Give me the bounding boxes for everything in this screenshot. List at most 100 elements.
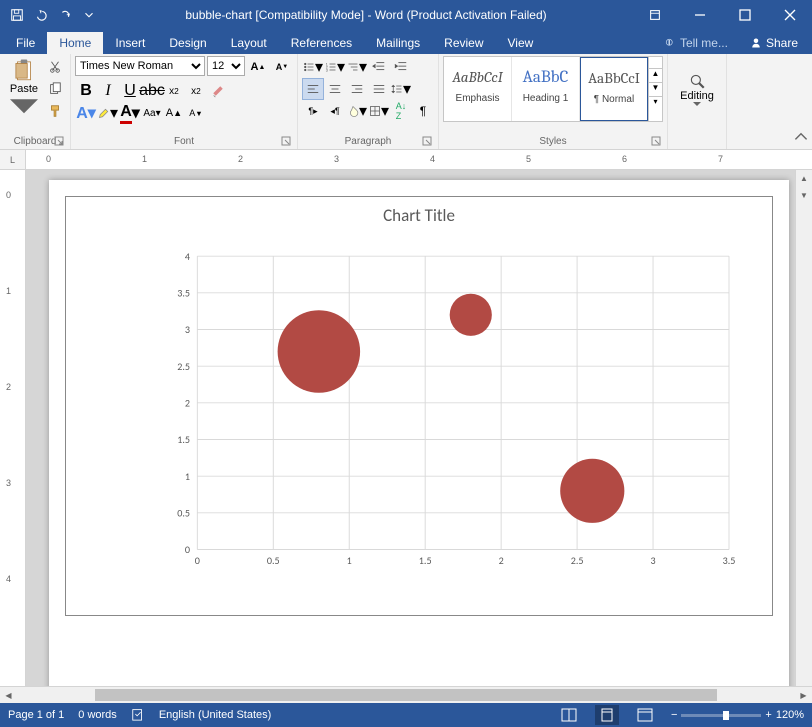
scroll-left-icon[interactable]: ◀: [0, 687, 17, 703]
format-painter-icon[interactable]: [44, 100, 66, 122]
strikethrough-icon[interactable]: abc: [141, 80, 163, 102]
read-mode-icon[interactable]: [557, 705, 581, 725]
svg-text:3: 3: [650, 554, 655, 567]
scroll-thumb[interactable]: [95, 689, 717, 701]
tab-mailings[interactable]: Mailings: [364, 32, 432, 54]
decrease-indent-icon[interactable]: [368, 56, 390, 78]
scroll-right-icon[interactable]: ▶: [795, 687, 812, 703]
cut-icon[interactable]: [44, 56, 66, 78]
chart-plot: 00.511.522.533.500.511.522.533.54: [144, 247, 764, 577]
document-canvas[interactable]: Chart Title 00.511.522.533.500.511.522.5…: [26, 170, 812, 686]
web-layout-icon[interactable]: [633, 705, 657, 725]
editing-button[interactable]: Editing: [672, 56, 722, 122]
bold-icon[interactable]: B: [75, 80, 97, 102]
text-effects-icon[interactable]: A▾: [75, 102, 97, 124]
highlight-icon[interactable]: ▾: [97, 102, 119, 124]
underline-icon[interactable]: U: [119, 80, 141, 102]
status-bar: Page 1 of 1 0 words English (United Stat…: [0, 703, 812, 727]
sort-icon[interactable]: A↓Z: [390, 100, 412, 122]
style-normal[interactable]: AaBbCcI¶ Normal: [580, 57, 648, 121]
rtl-icon[interactable]: ◂¶: [324, 100, 346, 122]
share-button[interactable]: Share: [740, 32, 808, 54]
scroll-down-icon[interactable]: ▼: [796, 187, 812, 204]
show-marks-icon[interactable]: ¶: [412, 100, 434, 122]
horizontal-scrollbar[interactable]: ◀ ▶: [0, 686, 812, 703]
shrink-font2-icon[interactable]: A▼: [185, 102, 207, 124]
justify-icon[interactable]: [368, 78, 390, 100]
collapse-ribbon-icon[interactable]: [794, 131, 808, 145]
style-emphasis[interactable]: AaBbCcIEmphasis: [444, 57, 512, 121]
shrink-font-icon[interactable]: A▼: [271, 56, 293, 78]
tab-layout[interactable]: Layout: [219, 32, 279, 54]
tab-home[interactable]: Home: [47, 32, 103, 54]
zoom-in-icon[interactable]: +: [765, 709, 771, 721]
clipboard-launcher-icon[interactable]: [54, 136, 64, 146]
font-launcher-icon[interactable]: [281, 136, 291, 146]
align-center-icon[interactable]: [324, 78, 346, 100]
styles-down-icon[interactable]: ▼: [649, 82, 662, 96]
clipboard-group-label: Clipboard: [14, 136, 57, 147]
svg-text:1: 1: [347, 554, 352, 567]
superscript-icon[interactable]: x2: [185, 80, 207, 102]
tab-insert[interactable]: Insert: [103, 32, 157, 54]
copy-icon[interactable]: [44, 78, 66, 100]
redo-icon[interactable]: [54, 4, 76, 26]
font-color-icon[interactable]: A▾: [119, 102, 141, 124]
subscript-icon[interactable]: x2: [163, 80, 185, 102]
grow-font2-icon[interactable]: A▲: [163, 102, 185, 124]
ltr-icon[interactable]: ¶▸: [302, 100, 324, 122]
zoom-out-icon[interactable]: −: [671, 709, 677, 721]
italic-icon[interactable]: I: [97, 80, 119, 102]
ribbon-options-icon[interactable]: [632, 0, 677, 29]
ribbon-tabs: File Home Insert Design Layout Reference…: [0, 29, 812, 54]
change-case-icon[interactable]: Aa▾: [141, 102, 163, 124]
print-layout-icon[interactable]: [595, 705, 619, 725]
font-size-select[interactable]: 12: [207, 56, 245, 76]
align-left-icon[interactable]: [302, 78, 324, 100]
align-right-icon[interactable]: [346, 78, 368, 100]
paragraph-launcher-icon[interactable]: [422, 136, 432, 146]
multilevel-icon[interactable]: ▾: [346, 56, 368, 78]
horizontal-ruler[interactable]: L 01234567: [0, 150, 812, 170]
numbering-icon[interactable]: 123▾: [324, 56, 346, 78]
styles-more-icon[interactable]: ▾: [649, 96, 662, 110]
tab-review[interactable]: Review: [432, 32, 495, 54]
tab-design[interactable]: Design: [157, 32, 218, 54]
styles-gallery[interactable]: AaBbCcIEmphasis AaBbCHeading 1 AaBbCcI¶ …: [443, 56, 663, 122]
styles-launcher-icon[interactable]: [651, 136, 661, 146]
tab-view[interactable]: View: [496, 32, 546, 54]
zoom-slider[interactable]: [681, 714, 761, 717]
clear-format-icon[interactable]: [207, 80, 229, 102]
vertical-scrollbar[interactable]: ▲ ▼: [795, 170, 812, 686]
tell-me-search[interactable]: Tell me...: [652, 32, 740, 54]
save-icon[interactable]: [6, 4, 28, 26]
borders-icon[interactable]: ▾: [368, 100, 390, 122]
font-name-select[interactable]: Times New Roman: [75, 56, 205, 76]
increase-indent-icon[interactable]: [390, 56, 412, 78]
vertical-ruler[interactable]: 01234: [0, 170, 26, 686]
page-indicator[interactable]: Page 1 of 1: [8, 709, 64, 721]
style-heading1[interactable]: AaBbCHeading 1: [512, 57, 580, 121]
line-spacing-icon[interactable]: ▾: [390, 78, 412, 100]
styles-up-icon[interactable]: ▲: [649, 68, 662, 82]
chart-object[interactable]: Chart Title 00.511.522.533.500.511.522.5…: [65, 196, 773, 616]
grow-font-icon[interactable]: A▲: [247, 56, 269, 78]
tab-references[interactable]: References: [279, 32, 364, 54]
close-icon[interactable]: [767, 0, 812, 29]
spell-check-icon[interactable]: [131, 707, 145, 724]
scroll-up-icon[interactable]: ▲: [796, 170, 812, 187]
svg-text:1.5: 1.5: [419, 554, 432, 567]
svg-text:3.5: 3.5: [177, 287, 190, 300]
zoom-level[interactable]: 120%: [776, 709, 804, 721]
undo-icon[interactable]: [30, 4, 52, 26]
bullets-icon[interactable]: ▾: [302, 56, 324, 78]
maximize-icon[interactable]: [722, 0, 767, 29]
tab-file[interactable]: File: [4, 32, 47, 54]
paste-button[interactable]: Paste: [4, 56, 44, 122]
language-indicator[interactable]: English (United States): [159, 709, 272, 721]
minimize-icon[interactable]: [677, 0, 722, 29]
shading-icon[interactable]: ▾: [346, 100, 368, 122]
qat-more-icon[interactable]: [78, 4, 100, 26]
word-count[interactable]: 0 words: [78, 709, 117, 721]
paragraph-group-label: Paragraph: [345, 136, 392, 147]
